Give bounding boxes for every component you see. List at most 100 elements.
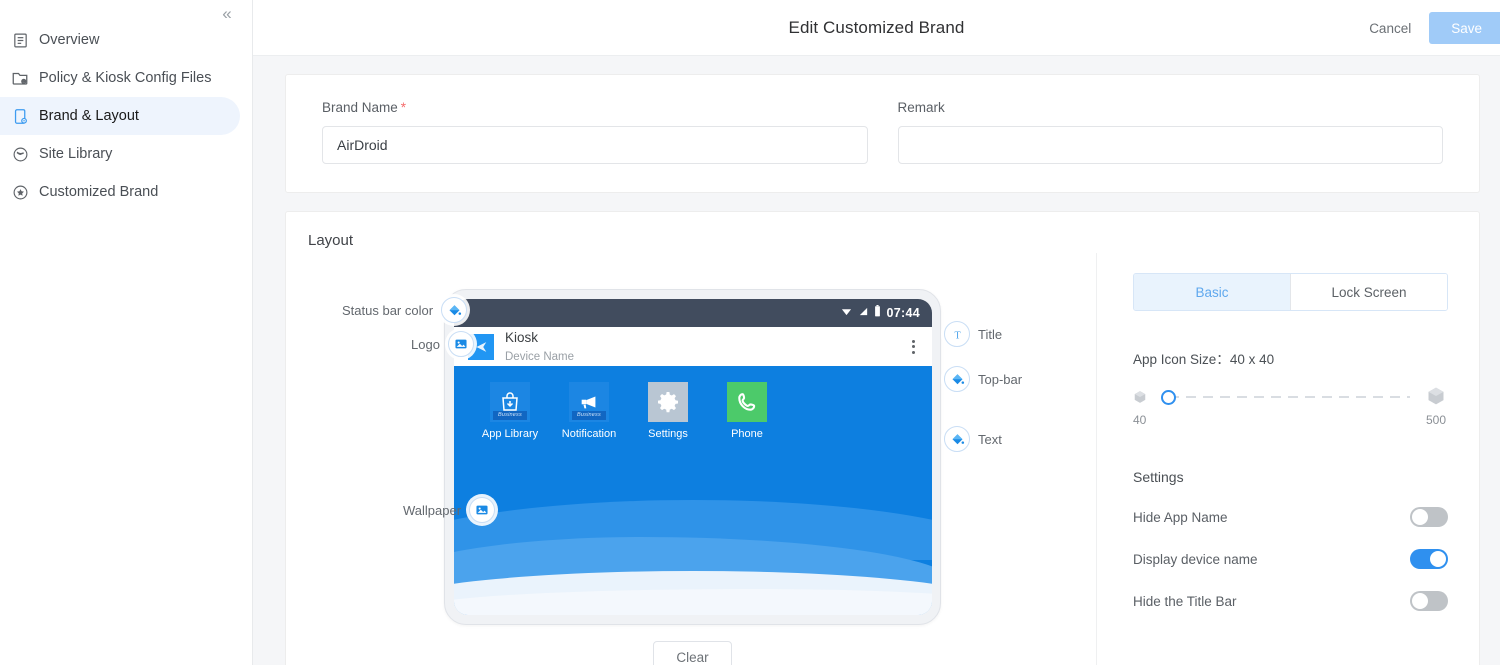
brand-name-input[interactable] [322, 126, 868, 164]
app-icon-size-row: App Icon Size：40 x 40 [1133, 348, 1448, 368]
paint-bucket-icon[interactable] [944, 366, 970, 392]
chevrons-left-icon: « [222, 3, 232, 23]
marker-wallpaper[interactable]: Wallpaper [403, 497, 496, 523]
sidebar-item-site-library[interactable]: Site Library [0, 135, 240, 173]
image-icon[interactable] [447, 331, 474, 357]
sidebar-item-brand-layout[interactable]: Brand & Layout [0, 97, 240, 135]
device-title-texts: Kiosk Device Name [505, 329, 904, 364]
business-badge: Business [572, 411, 606, 420]
remark-label: Remark [897, 100, 945, 115]
panel-tabs: Basic Lock Screen [1133, 273, 1448, 311]
app-icon-size-label: App Icon Size： [1133, 352, 1230, 367]
header-actions: Cancel Save [1351, 0, 1500, 56]
status-icons [840, 304, 881, 322]
clear-button[interactable]: Clear [653, 641, 732, 665]
image-icon[interactable] [469, 497, 496, 523]
save-button[interactable]: Save [1429, 12, 1500, 44]
globe-icon [10, 144, 30, 164]
svg-text:T: T [954, 330, 960, 341]
marker-status-bar-color[interactable]: Status bar color [342, 297, 468, 323]
hide-title-bar-toggle[interactable] [1410, 591, 1448, 611]
clear-button-wrap: Clear [444, 641, 941, 665]
marker-label: Status bar color [342, 302, 434, 318]
tab-basic[interactable]: Basic [1134, 274, 1291, 310]
marker-text[interactable]: Text [944, 426, 1002, 452]
setting-label: Hide the Title Bar [1133, 593, 1237, 609]
sidebar-item-label: Customized Brand [39, 184, 159, 200]
document-icon [10, 30, 30, 50]
tab-lock-screen[interactable]: Lock Screen [1291, 274, 1447, 310]
remark-input[interactable] [897, 126, 1443, 164]
page-title: Edit Customized Brand [788, 17, 965, 37]
sidebar-item-label: Overview [39, 32, 100, 48]
settings-heading: Settings [1133, 469, 1184, 485]
app-tile[interactable]: Settings [638, 382, 698, 441]
marker-logo[interactable]: Logo [411, 331, 474, 357]
app-label: Phone [731, 428, 763, 440]
app-label: Settings [648, 428, 688, 440]
large-cube-icon [1426, 386, 1446, 411]
slider-min-label: 40 [1133, 413, 1147, 427]
megaphone-icon: Business [569, 382, 609, 422]
sidebar-item-label: Policy & Kiosk Config Files [39, 70, 212, 86]
sidebar-item-customized-brand[interactable]: Customized Brand [0, 173, 240, 211]
setting-display-device-name: Display device name [1133, 549, 1448, 569]
paint-bucket-icon[interactable] [441, 297, 468, 323]
small-cube-icon [1133, 390, 1147, 409]
marker-top-bar[interactable]: Top-bar [944, 366, 1022, 392]
folder-config-icon [10, 68, 30, 88]
slider-range-labels: 40 500 [1133, 413, 1446, 427]
battery-icon [874, 304, 881, 322]
app-tile[interactable]: Business App Library [480, 382, 540, 441]
sidebar-item-label: Brand & Layout [39, 108, 139, 124]
app-icon-size-slider[interactable] [1133, 386, 1446, 408]
sidebar-item-label: Site Library [39, 146, 113, 162]
brand-fields-row: Brand Name* Remark [322, 100, 1443, 164]
marker-label: Wallpaper [403, 502, 462, 518]
setting-label: Display device name [1133, 551, 1258, 567]
sidebar: « Overview Policy & Kiosk Config Files B… [0, 0, 253, 665]
gear-icon [648, 382, 688, 422]
app-label: Notification [561, 428, 617, 440]
kebab-menu-icon[interactable] [904, 339, 922, 354]
device-name-text: Device Name [505, 350, 575, 363]
slider-handle[interactable] [1161, 390, 1176, 405]
display-device-name-toggle[interactable] [1410, 549, 1448, 569]
paint-bucket-icon[interactable] [944, 426, 970, 452]
sidebar-nav: Overview Policy & Kiosk Config Files Bra… [0, 0, 252, 211]
sidebar-item-overview[interactable]: Overview [0, 21, 240, 59]
marker-label: Top-bar [978, 371, 1023, 387]
app-icon-size-value: 40 x 40 [1229, 352, 1275, 367]
remark-field: Remark [897, 100, 1443, 164]
marker-label: Text [978, 431, 1002, 447]
slider-max-label: 500 [1425, 413, 1446, 427]
marker-title[interactable]: T Title [944, 321, 1002, 347]
layout-body: Status bar color Logo Wallpaper T Title … [286, 253, 1479, 665]
wifi-icon [840, 304, 853, 322]
brand-info-card: Brand Name* Remark [285, 74, 1480, 193]
cancel-button[interactable]: Cancel [1351, 12, 1429, 44]
hide-app-name-toggle[interactable] [1410, 507, 1448, 527]
app-label: App Library [481, 428, 539, 440]
sidebar-collapse-button[interactable]: « [214, 0, 240, 26]
device-title-bar: Kiosk Device Name [454, 327, 932, 366]
sidebar-item-policy-kiosk-config-files[interactable]: Policy & Kiosk Config Files [0, 59, 240, 97]
app-tile[interactable]: Phone [717, 382, 777, 441]
page-content: Brand Name* Remark Layout [253, 56, 1500, 665]
app-library-icon: Business [490, 382, 530, 422]
app-tile[interactable]: Business Notification [559, 382, 619, 441]
slider-track[interactable] [1169, 396, 1410, 398]
app-root: « Overview Policy & Kiosk Config Files B… [0, 0, 1500, 665]
status-bar-time: 07:44 [886, 306, 920, 320]
phone-icon [727, 382, 767, 422]
app-grid: Business App Library Business Notificati… [454, 366, 932, 441]
brand-name-label: Brand Name * [322, 100, 407, 115]
marker-label: Logo [411, 336, 440, 352]
layout-card: Layout Status bar color Logo Wallpaper T… [285, 211, 1480, 665]
business-badge: Business [493, 411, 527, 420]
setting-label: Hide App Name [1133, 509, 1228, 525]
text-T-icon[interactable]: T [944, 321, 970, 347]
brand-name-field: Brand Name * [322, 100, 868, 164]
device-preview-column: Status bar color Logo Wallpaper T Title … [286, 253, 1096, 665]
setting-hide-title-bar: Hide the Title Bar [1133, 591, 1448, 611]
